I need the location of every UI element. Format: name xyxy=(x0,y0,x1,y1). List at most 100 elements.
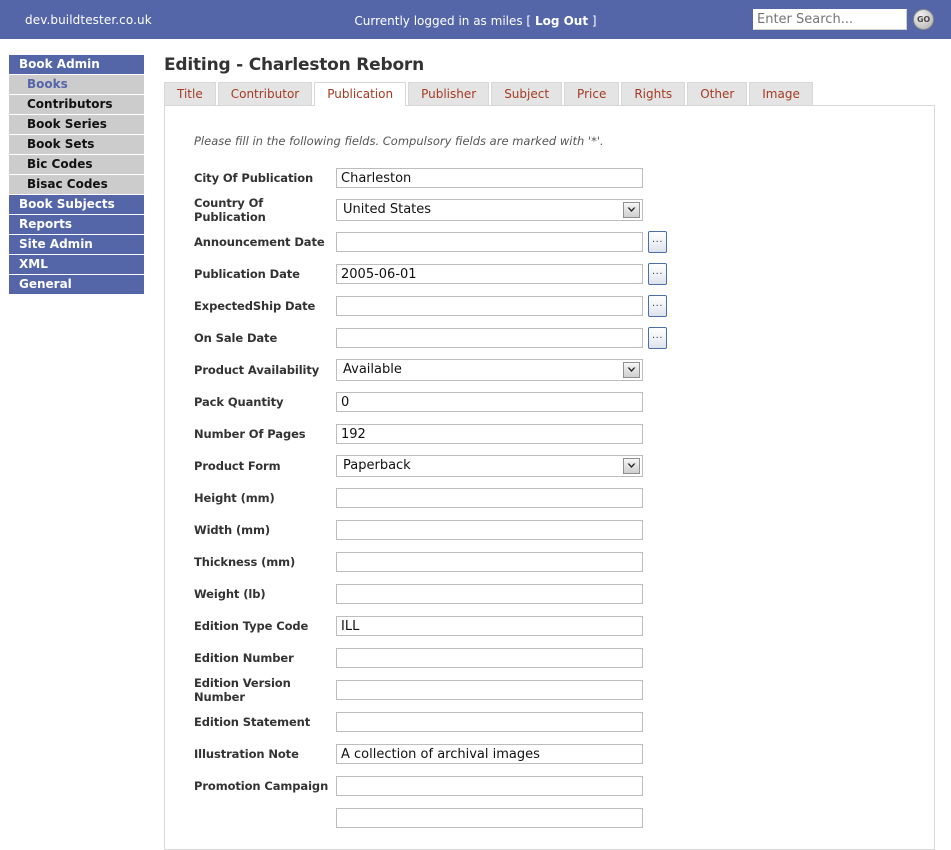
form-label-number-of-pages: Number Of Pages xyxy=(194,427,306,441)
tab-price[interactable]: Price xyxy=(564,82,620,105)
select-product-availability[interactable]: Available xyxy=(336,359,643,381)
form-label-thickness-mm: Thickness (mm) xyxy=(194,555,296,569)
field-wrap-illustration-note xyxy=(336,744,643,764)
select-product-form[interactable]: Paperback xyxy=(336,455,643,477)
form-label-product-form: Product Form xyxy=(194,459,281,473)
sidebar-item-contributors[interactable]: Contributors xyxy=(9,95,144,114)
form-row-edition-version-number: Edition Version Number xyxy=(165,674,934,706)
sidebar-item-book-subjects[interactable]: Book Subjects xyxy=(9,195,144,214)
input-expectedship-date[interactable] xyxy=(336,296,643,316)
page-title: Editing - Charleston Reborn xyxy=(164,55,425,75)
form-label-edition-number: Edition Number xyxy=(194,651,294,665)
date-picker-button-on-sale-date[interactable]: ... xyxy=(648,327,667,349)
field-wrap-expectedship-date: ... xyxy=(336,295,667,317)
sidebar-item-book-series[interactable]: Book Series xyxy=(9,115,144,134)
field-wrap-width-mm xyxy=(336,520,643,540)
sidebar-item-reports[interactable]: Reports xyxy=(9,215,144,234)
tab-subject[interactable]: Subject xyxy=(491,82,563,105)
tab-title[interactable]: Title xyxy=(164,82,216,105)
field-wrap-edition-statement xyxy=(336,712,643,732)
input-height-mm[interactable] xyxy=(336,488,643,508)
form-label-country-of-publication: Country Of Publication xyxy=(194,196,266,224)
sidebar-item-book-sets[interactable]: Book Sets xyxy=(9,135,144,154)
field-wrap-on-sale-date: ... xyxy=(336,327,667,349)
select-value-product-availability: Available xyxy=(343,362,402,377)
tab-publication[interactable]: Publication xyxy=(314,82,407,106)
form-row-expectedship-date: ExpectedShip Date... xyxy=(165,290,934,322)
form-row-publication-date: Publication Date... xyxy=(165,258,934,290)
input-edition-version-number[interactable] xyxy=(336,680,643,700)
field-wrap-announcement-date: ... xyxy=(336,231,667,253)
chevron-down-icon[interactable] xyxy=(623,362,640,378)
search-go-button[interactable]: GO xyxy=(913,9,934,30)
field-wrap-promotion-campaign xyxy=(336,776,643,796)
form-row-untitled-20 xyxy=(165,802,934,834)
sidebar-item-bic-codes[interactable]: Bic Codes xyxy=(9,155,144,174)
form-label-promotion-campaign: Promotion Campaign xyxy=(194,779,329,793)
field-wrap-publication-date: ... xyxy=(336,263,667,285)
sidebar-item-xml[interactable]: XML xyxy=(9,255,144,274)
tab-image[interactable]: Image xyxy=(749,82,813,105)
field-wrap-country-of-publication: United States xyxy=(336,199,643,221)
tab-rights[interactable]: Rights xyxy=(621,82,686,105)
input-width-mm[interactable] xyxy=(336,520,643,540)
form-instructions: Please fill in the following fields. Com… xyxy=(194,134,604,148)
input-weight-lb[interactable] xyxy=(336,584,643,604)
form-label-edition-version-number: Edition Version Number xyxy=(194,676,291,704)
sidebar-item-books[interactable]: Books xyxy=(9,75,144,94)
tab-contributor[interactable]: Contributor xyxy=(217,82,313,105)
input-number-of-pages[interactable] xyxy=(336,424,643,444)
form-row-number-of-pages: Number Of Pages xyxy=(165,418,934,450)
input-city-of-publication[interactable] xyxy=(336,168,643,188)
search-area: GO xyxy=(753,9,934,30)
logout-link[interactable]: Log Out xyxy=(535,14,588,28)
chevron-down-icon[interactable] xyxy=(623,458,640,474)
tab-bar: Title Contributor Publication Publisher Subj… xyxy=(158,81,936,106)
input-pack-quantity[interactable] xyxy=(336,392,643,412)
form-row-announcement-date: Announcement Date... xyxy=(165,226,934,258)
form-row-pack-quantity: Pack Quantity xyxy=(165,386,934,418)
select-country-of-publication[interactable]: United States xyxy=(336,199,643,221)
form-label-product-availability: Product Availability xyxy=(194,363,320,377)
input-promotion-campaign[interactable] xyxy=(336,776,643,796)
input-thickness-mm[interactable] xyxy=(336,552,643,572)
date-picker-button-expectedship-date[interactable]: ... xyxy=(648,295,667,317)
date-picker-button-publication-date[interactable]: ... xyxy=(648,263,667,285)
form-row-edition-number: Edition Number xyxy=(165,642,934,674)
field-wrap-edition-number xyxy=(336,648,643,668)
date-picker-button-announcement-date[interactable]: ... xyxy=(648,231,667,253)
sidebar-item-site-admin[interactable]: Site Admin xyxy=(9,235,144,254)
sidebar-item-general[interactable]: General xyxy=(9,275,144,294)
form-row-city-of-publication: City Of Publication xyxy=(165,162,934,194)
field-wrap-product-form: Paperback xyxy=(336,455,643,477)
form-label-pack-quantity: Pack Quantity xyxy=(194,395,284,409)
tab-other[interactable]: Other xyxy=(687,82,748,105)
chevron-down-icon[interactable] xyxy=(623,202,640,218)
sidebar-nav: Book Admin Books Contributors Book Series Bo… xyxy=(9,55,144,295)
input-publication-date[interactable] xyxy=(336,264,643,284)
form-label-announcement-date: Announcement Date xyxy=(194,235,325,249)
field-wrap-height-mm xyxy=(336,488,643,508)
input-edition-statement[interactable] xyxy=(336,712,643,732)
form-label-height-mm: Height (mm) xyxy=(194,491,275,505)
select-value-country-of-publication: United States xyxy=(343,202,432,217)
form-label-publication-date: Publication Date xyxy=(194,267,300,281)
input-edition-number[interactable] xyxy=(336,648,643,668)
input-edition-type-code[interactable] xyxy=(336,616,643,636)
input-illustration-note[interactable] xyxy=(336,744,643,764)
search-input[interactable] xyxy=(753,9,907,30)
field-wrap-pack-quantity xyxy=(336,392,643,412)
form-label-expectedship-date: ExpectedShip Date xyxy=(194,299,316,313)
form-row-on-sale-date: On Sale Date... xyxy=(165,322,934,354)
input-announcement-date[interactable] xyxy=(336,232,643,252)
sidebar-item-book-admin[interactable]: Book Admin xyxy=(9,55,144,74)
input-on-sale-date[interactable] xyxy=(336,328,643,348)
login-suffix-text: ] xyxy=(588,14,597,28)
form-row-edition-type-code: Edition Type Code xyxy=(165,610,934,642)
tab-publisher[interactable]: Publisher xyxy=(408,82,490,105)
input-untitled-20[interactable] xyxy=(336,808,643,828)
sidebar-item-bisac-codes[interactable]: Bisac Codes xyxy=(9,175,144,194)
form-row-width-mm: Width (mm) xyxy=(165,514,934,546)
field-wrap-weight-lb xyxy=(336,584,643,604)
form-label-city-of-publication: City Of Publication xyxy=(194,171,314,185)
